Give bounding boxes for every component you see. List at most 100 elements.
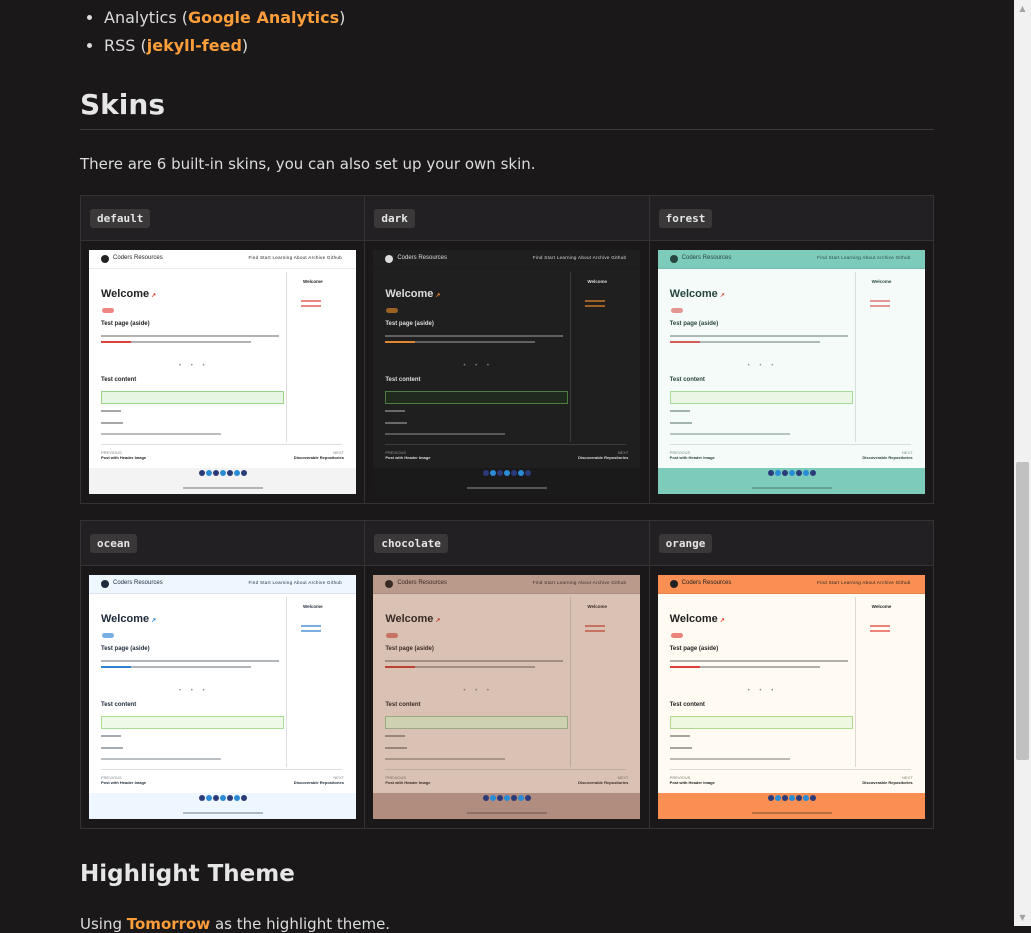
tomorrow-link[interactable]: Tomorrow xyxy=(127,915,210,933)
thumb-next: NEXT Discoverable Repositories xyxy=(578,450,628,460)
thumb-site-title: Coders Resources xyxy=(113,580,163,586)
thumb-social-icon xyxy=(774,795,781,801)
thumb-next-label: NEXT xyxy=(333,450,344,455)
thumb-social-icon xyxy=(788,470,795,476)
thumb-dots: • • • xyxy=(179,363,209,369)
thumb-aside-line xyxy=(301,305,321,307)
thumb-social-icon xyxy=(490,795,497,801)
thumb-social-icon xyxy=(802,795,809,801)
thumb-navbar: Coders Resources Find Start Learning Abou… xyxy=(89,575,356,594)
skin-preview-default[interactable]: Coders Resources Find Start Learning Abou… xyxy=(89,250,356,494)
skins-table-row-1: default dark forest Coders Resources Find… xyxy=(79,195,935,504)
scroll-up-arrow-icon[interactable]: ▲ xyxy=(1014,0,1031,17)
thumb-aside-title: Welcome xyxy=(871,279,892,284)
thumb-heading-content: Test content xyxy=(385,702,421,708)
thumb-heading-content: Test content xyxy=(669,377,705,383)
thumb-aside-title: Welcome xyxy=(871,604,892,609)
thumb-social-icon xyxy=(795,470,802,476)
thumb-social-icon xyxy=(483,470,490,476)
thumb-footer xyxy=(89,468,356,494)
skin-preview-ocean[interactable]: Coders Resources Find Start Learning Abou… xyxy=(89,575,356,819)
thumb-social-icon xyxy=(199,470,205,476)
thumb-tip-box xyxy=(385,716,569,729)
thumb-text-line xyxy=(385,433,506,435)
scroll-down-arrow-icon[interactable]: ▼ xyxy=(1014,909,1031,926)
thumb-prev-label: PREVIOUS xyxy=(101,775,122,780)
skin-preview-orange[interactable]: Coders Resources Find Start Learning Abou… xyxy=(657,575,925,819)
thumb-text-accent xyxy=(669,341,700,343)
thumb-tag xyxy=(102,633,114,638)
thumb-next: NEXT Discoverable Repositories xyxy=(294,450,344,460)
thumb-welcome-title: Welcome ↗ xyxy=(669,613,725,625)
thumb-aside-title: Welcome xyxy=(587,604,608,609)
skin-name: forest xyxy=(658,209,713,228)
thumb-next-title: Discoverable Repositories xyxy=(862,455,913,460)
thumb-aside-divider xyxy=(854,597,856,767)
thumb-text-line xyxy=(101,422,123,424)
thumb-heading-aside: Test page (aside) xyxy=(669,321,719,327)
thumb-social-icon xyxy=(518,470,525,476)
skin-preview-chocolate[interactable]: Coders Resources Find Start Learning Abou… xyxy=(373,575,641,819)
thumb-social-icon xyxy=(241,470,247,476)
thumb-next-title: Discoverable Repositories xyxy=(862,780,913,785)
thumb-copyright-line xyxy=(183,487,263,489)
thumb-prev-title: Post with Header Image xyxy=(101,780,147,785)
scroll-thumb[interactable] xyxy=(1016,462,1029,760)
thumb-prev-label: PREVIOUS xyxy=(669,450,691,455)
thumb-social-icon xyxy=(511,795,518,801)
skin-preview-cell: Coders Resources Find Start Learning Abou… xyxy=(648,240,935,504)
thumb-aside-line xyxy=(869,625,890,627)
thumb-social-icon xyxy=(788,795,795,801)
thumb-aside-title: Welcome xyxy=(303,279,323,284)
thumb-aside-line xyxy=(585,300,606,302)
thumb-text-line xyxy=(669,335,848,337)
thumb-prev-title: Post with Header Image xyxy=(101,455,147,460)
thumb-copyright-line xyxy=(751,812,832,814)
thumb-tip-box xyxy=(385,391,569,404)
thumb-next-title: Discoverable Repositories xyxy=(578,455,629,460)
thumb-aside-line xyxy=(301,625,321,627)
thumb-next-label: NEXT xyxy=(617,450,629,455)
thumb-logo-icon xyxy=(101,580,109,588)
thumb-tip-box xyxy=(101,391,284,404)
thumb-copyright-line xyxy=(467,812,548,814)
thumb-aside-line xyxy=(869,305,890,307)
thumb-social-icons xyxy=(483,463,532,481)
thumb-menu: Find Start Learning About Archive Github xyxy=(532,580,627,585)
thumb-heading-aside: Test page (aside) xyxy=(101,321,150,327)
skin-name: dark xyxy=(374,209,415,228)
thumb-aside-divider xyxy=(570,597,572,767)
highlight-text: Using Tomorrow as the highlight theme. xyxy=(80,915,391,933)
skin-preview-dark[interactable]: Coders Resources Find Start Learning Abou… xyxy=(373,250,641,494)
skins-heading: Skins xyxy=(80,88,934,130)
thumb-site-title: Coders Resources xyxy=(681,580,732,586)
thumb-social-icon xyxy=(781,470,788,476)
thumb-text-line xyxy=(669,433,790,435)
thumb-social-icon xyxy=(809,795,816,801)
google-analytics-link[interactable]: Google Analytics xyxy=(188,8,339,27)
thumb-aside-line xyxy=(585,630,606,632)
skin-preview-forest[interactable]: Coders Resources Find Start Learning Abou… xyxy=(657,250,925,494)
thumb-next: NEXT Discoverable Repositories xyxy=(862,450,912,460)
thumb-logo-icon xyxy=(669,580,678,588)
thumb-social-icons xyxy=(199,788,248,806)
skin-name-cell: ocean xyxy=(79,520,366,566)
thumb-welcome-title: Welcome ↗ xyxy=(101,613,157,625)
jekyll-feed-link[interactable]: jekyll-feed xyxy=(147,36,242,55)
thumb-next-label: NEXT xyxy=(901,450,913,455)
page-scrollbar[interactable]: ▲ ▼ xyxy=(1014,0,1031,926)
thumb-footer xyxy=(657,468,925,494)
thumb-text-accent xyxy=(101,341,131,343)
thumb-text-line xyxy=(669,735,690,737)
thumb-text-line xyxy=(669,660,848,662)
thumb-menu: Find Start Learning About Archive Github xyxy=(532,255,627,260)
thumb-text-line xyxy=(385,422,408,424)
thumb-social-icon xyxy=(199,795,205,801)
thumb-footer xyxy=(373,793,641,819)
thumb-edit-icon: ↗ xyxy=(435,293,441,299)
thumb-aside-divider xyxy=(286,597,287,767)
thumb-prev-title: Post with Header Image xyxy=(385,455,431,460)
thumb-prev: PREVIOUS Post with Header Image xyxy=(670,450,715,460)
thumb-prev-label: PREVIOUS xyxy=(669,775,691,780)
thumb-social-icon xyxy=(220,795,226,801)
